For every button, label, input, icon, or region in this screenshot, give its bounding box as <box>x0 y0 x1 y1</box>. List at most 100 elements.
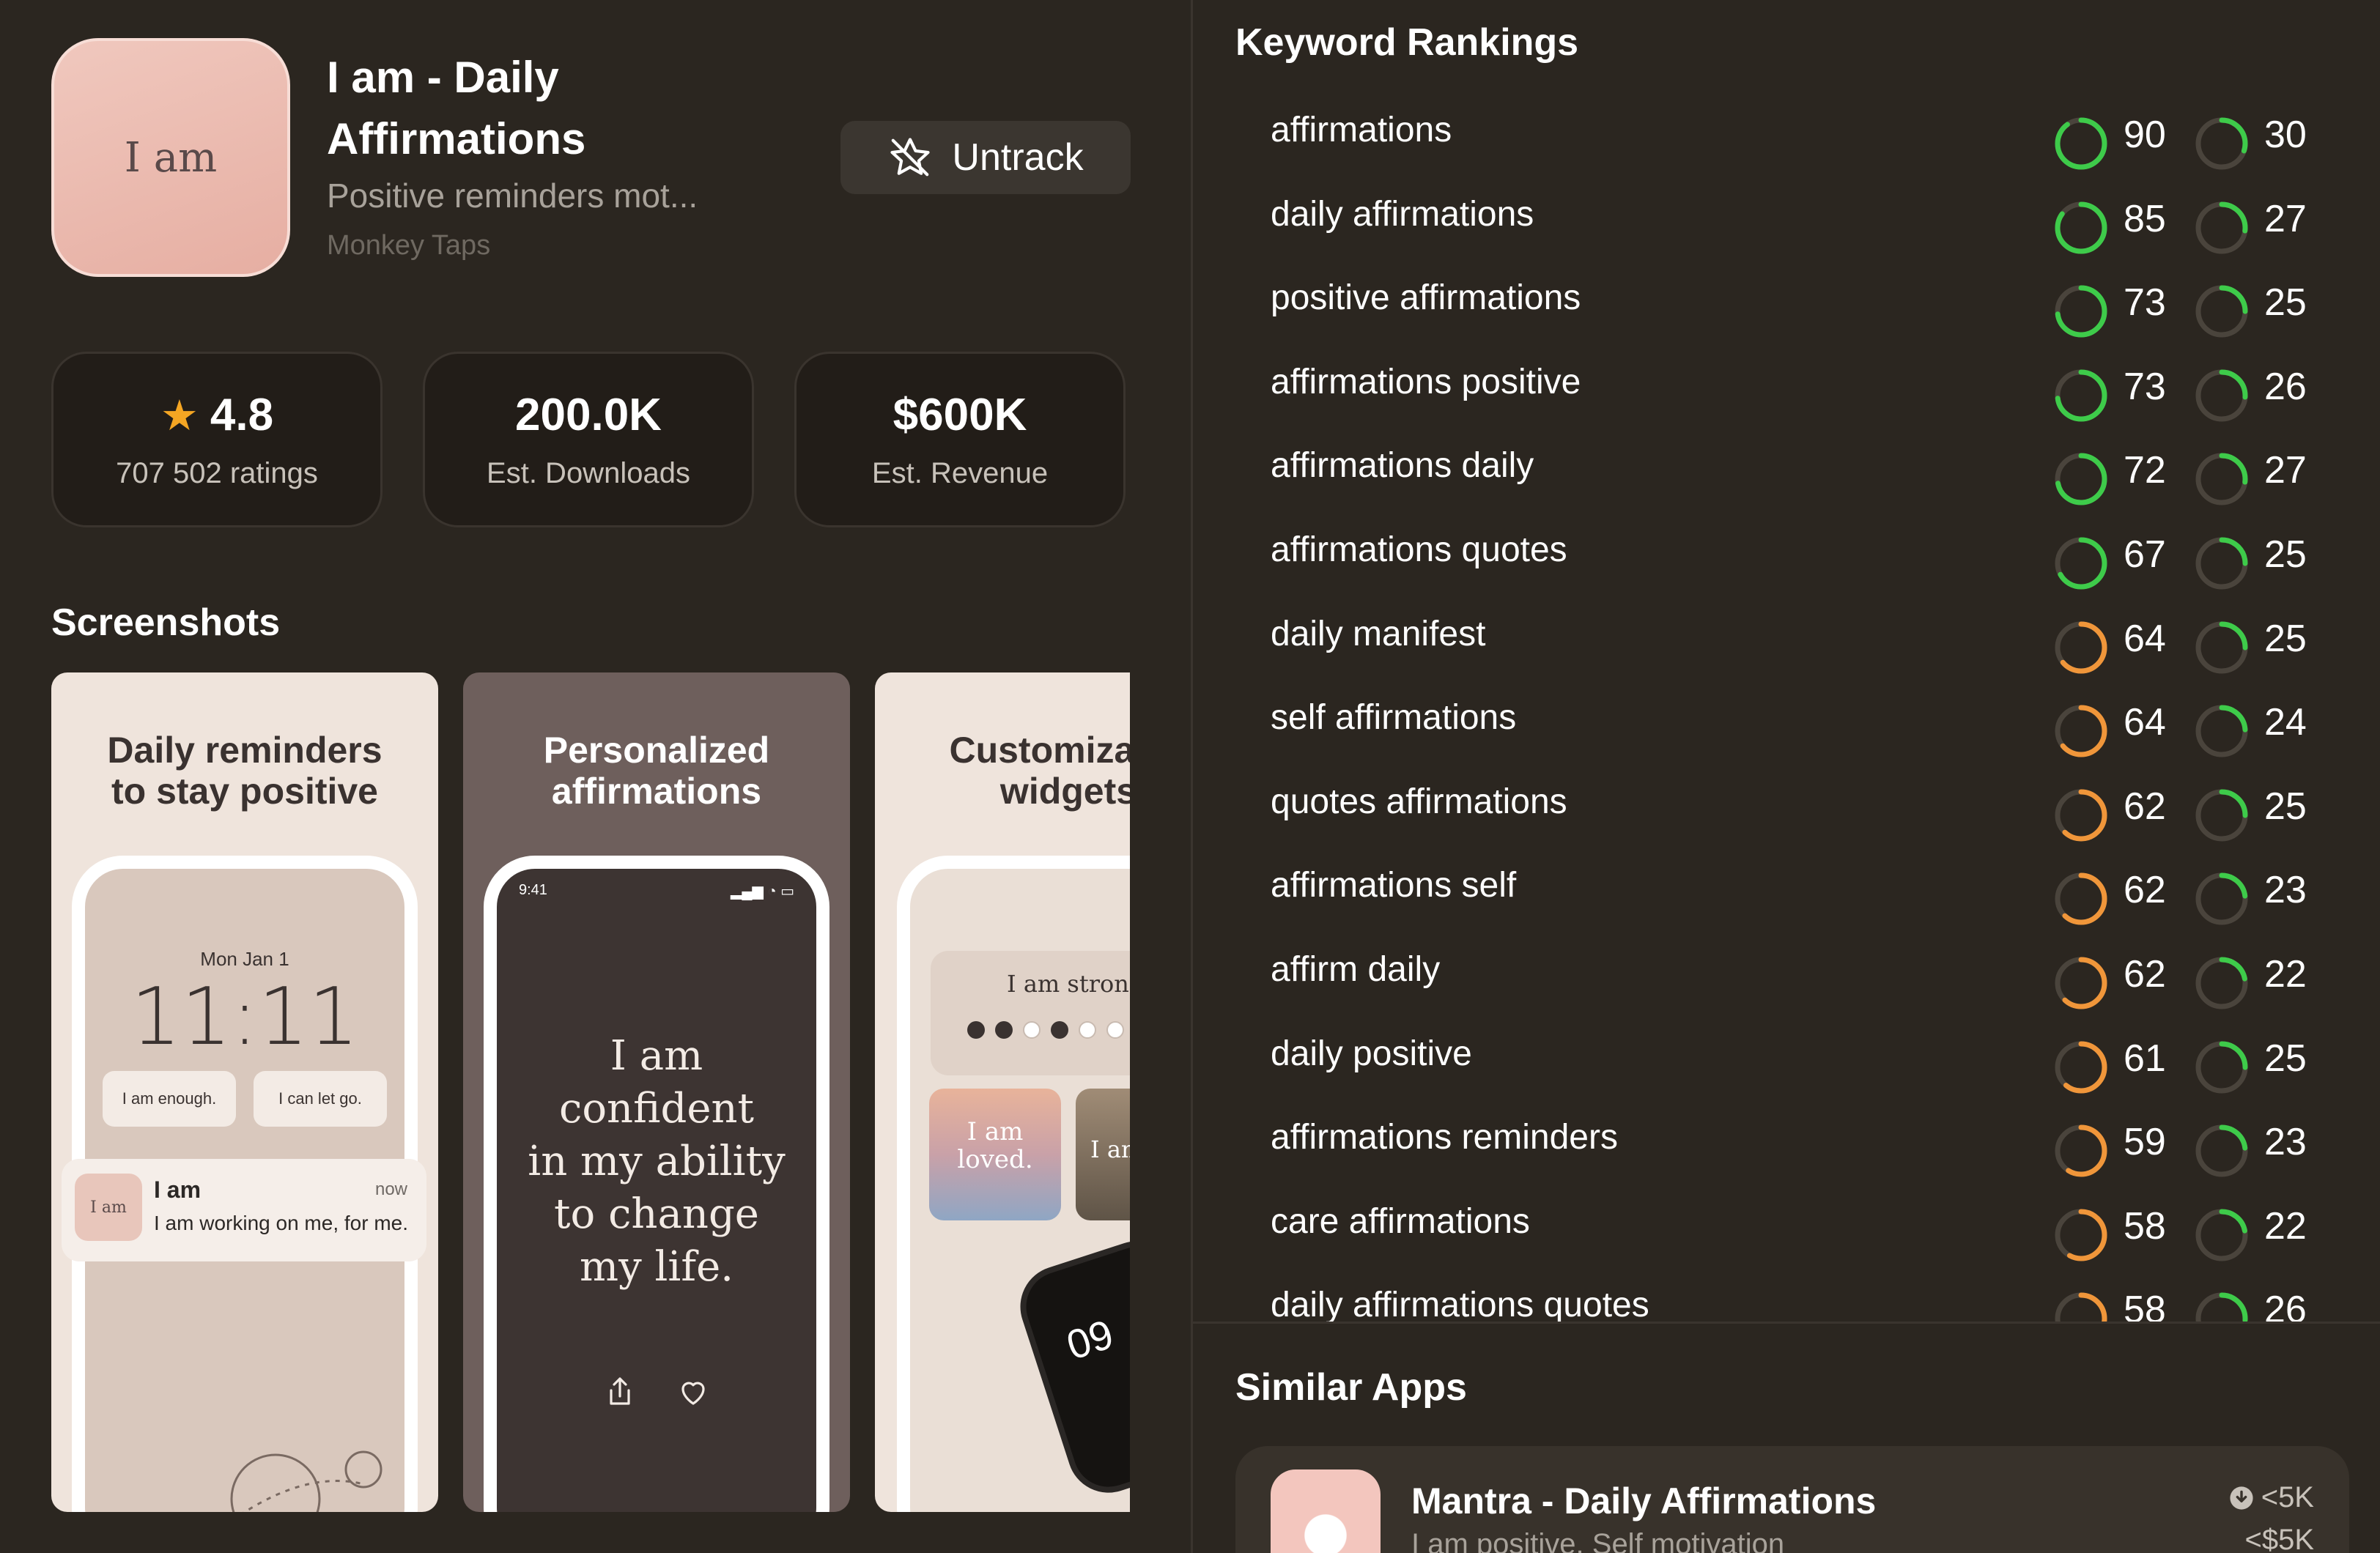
popularity-ring <box>2055 537 2107 590</box>
popularity-ring <box>2055 621 2107 674</box>
difficulty-ring <box>2195 705 2248 757</box>
untrack-label: Untrack <box>952 136 1084 179</box>
popularity-score: 58 <box>2124 1204 2166 1248</box>
popularity-score: 58 <box>2124 1289 2166 1322</box>
lock-time: 11:11 <box>130 971 359 1063</box>
popularity-ring <box>2055 789 2107 842</box>
keyword-name: affirmations positive <box>1271 362 1581 401</box>
revenue-label: Est. Revenue <box>871 457 1049 489</box>
keyword-name: affirmations quotes <box>1271 530 1567 569</box>
difficulty-score: 25 <box>2264 533 2307 576</box>
keyword-rankings-title: Keyword Rankings <box>1235 21 1579 64</box>
keyword-panel: Keyword Rankings affirmations 90 30 daily a… <box>1193 0 2380 1553</box>
keyword-row[interactable]: affirmations daily 72 27 <box>1193 428 2380 511</box>
screenshot-2[interactable]: Personalized affirmations 9:41 ▂▄▆ ◔ ▭ I… <box>463 672 850 1512</box>
keyword-name: positive affirmations <box>1271 278 1581 318</box>
keyword-name: daily affirmations quotes <box>1271 1286 1649 1322</box>
keyword-row[interactable]: positive affirmations 73 25 <box>1193 260 2380 344</box>
keyword-row[interactable]: daily affirmations 85 27 <box>1193 177 2380 260</box>
popularity-score: 62 <box>2124 869 2166 912</box>
popularity-score: 61 <box>2124 1037 2166 1080</box>
keyword-rankings-list[interactable]: Keyword Rankings affirmations 90 30 daily a… <box>1193 0 2380 1322</box>
similar-app-downloads: <5K <box>2229 1481 2314 1514</box>
day-dot <box>1051 1021 1068 1039</box>
app-developer[interactable]: Monkey Taps <box>327 230 490 262</box>
screenshot-1[interactable]: Daily reminders to stay positive Mon Jan… <box>51 672 438 1512</box>
heart-icon <box>681 1382 705 1405</box>
difficulty-score: 25 <box>2264 281 2307 325</box>
planet-icon <box>230 1450 382 1512</box>
popularity-score: 67 <box>2124 533 2166 576</box>
keyword-row[interactable]: daily positive 61 25 <box>1193 1016 2380 1100</box>
keyword-name: self affirmations <box>1271 698 1517 738</box>
signal-icon: ▂▄▆ ◔ ▭ <box>730 883 794 900</box>
difficulty-ring <box>2195 1041 2248 1094</box>
revenue-card: $600K Est. Revenue <box>794 352 1126 527</box>
star-icon: ★ <box>160 391 199 440</box>
day-dot <box>1079 1021 1096 1039</box>
popularity-ring <box>2055 1209 2107 1261</box>
popularity-ring <box>2055 201 2107 254</box>
keyword-row[interactable]: self affirmations 64 24 <box>1193 680 2380 763</box>
keyword-row[interactable]: affirmations self 62 23 <box>1193 848 2380 931</box>
revenue-value: $600K <box>892 390 1027 440</box>
keyword-row[interactable]: affirmations positive 73 26 <box>1193 344 2380 428</box>
keyword-row[interactable]: affirmations 90 30 <box>1193 92 2380 176</box>
keyword-row[interactable]: affirmations reminders 59 23 <box>1193 1100 2380 1183</box>
keyword-row[interactable]: care affirmations 58 22 <box>1193 1184 2380 1267</box>
difficulty-score: 26 <box>2264 1289 2307 1322</box>
similar-app-icon <box>1271 1469 1381 1553</box>
lock-date: Mon Jan 1 <box>200 948 289 970</box>
difficulty-ring <box>2195 1209 2248 1261</box>
untrack-button[interactable]: Untrack <box>840 121 1131 194</box>
difficulty-score: 23 <box>2264 1121 2307 1164</box>
popularity-ring-arc <box>2055 117 2107 170</box>
similar-app-card[interactable]: Mantra - Daily Affirmations I am positiv… <box>1235 1446 2349 1553</box>
difficulty-ring <box>2195 453 2248 505</box>
popularity-ring <box>2055 369 2107 422</box>
similar-app-subtitle: I am positive. Self motivation <box>1411 1528 1785 1553</box>
app-detail-panel: I am I am - Daily Affirmations Positive … <box>0 0 1191 1553</box>
difficulty-ring <box>2195 789 2248 842</box>
difficulty-score: 27 <box>2264 449 2307 492</box>
screenshots-carousel[interactable]: Daily reminders to stay positive Mon Jan… <box>51 672 1130 1512</box>
difficulty-ring <box>2195 621 2248 674</box>
popularity-ring <box>2055 1041 2107 1094</box>
app-icon: I am <box>51 38 290 277</box>
keyword-row[interactable]: daily manifest 64 25 <box>1193 596 2380 680</box>
popularity-ring <box>2055 957 2107 1009</box>
keyword-row[interactable]: quotes affirmations 62 25 <box>1193 764 2380 848</box>
difficulty-ring <box>2195 285 2248 338</box>
phone-mockup: 9:41 ▂▄▆ ◔ ▭ I am confident in my abilit… <box>484 856 829 1512</box>
difficulty-score: 22 <box>2264 953 2307 996</box>
rating-value: 4.8 <box>210 390 274 440</box>
popularity-score: 62 <box>2124 953 2166 996</box>
keyword-row[interactable]: affirm daily 62 22 <box>1193 932 2380 1015</box>
affirmation-quote: I am confident in my ability to change m… <box>528 1032 786 1291</box>
widget-chip: I am enough. <box>103 1071 236 1127</box>
widget-chip: I can let go. <box>254 1071 387 1127</box>
similar-app-revenue: <$5K <box>2244 1524 2314 1553</box>
downloads-card: 200.0K Est. Downloads <box>423 352 754 527</box>
difficulty-ring <box>2195 1292 2248 1322</box>
status-time: 9:41 <box>519 882 547 898</box>
popularity-score: 72 <box>2124 449 2166 492</box>
keyword-row[interactable]: daily affirmations quotes 58 26 <box>1193 1267 2380 1322</box>
app-subtitle: Positive reminders mot... <box>327 177 698 215</box>
photo-widget: I am <box>1076 1089 1130 1220</box>
day-dot <box>1023 1021 1041 1039</box>
keyword-row[interactable]: affirmations quotes 67 25 <box>1193 512 2380 596</box>
difficulty-ring <box>2195 201 2248 254</box>
popularity-ring <box>2055 1292 2107 1322</box>
difficulty-ring <box>2195 369 2248 422</box>
difficulty-ring <box>2195 537 2248 590</box>
screenshot-3[interactable]: Customizable widgets I am strong. <box>875 672 1130 1512</box>
day-dot <box>995 1021 1013 1039</box>
difficulty-score: 25 <box>2264 785 2307 828</box>
day-dot <box>1106 1021 1124 1039</box>
day-dot <box>967 1021 985 1039</box>
popularity-ring <box>2055 1124 2107 1177</box>
keyword-name: care affirmations <box>1271 1201 1530 1241</box>
popularity-score: 85 <box>2124 197 2166 240</box>
screenshot-2-heading: Personalized affirmations <box>543 730 770 812</box>
